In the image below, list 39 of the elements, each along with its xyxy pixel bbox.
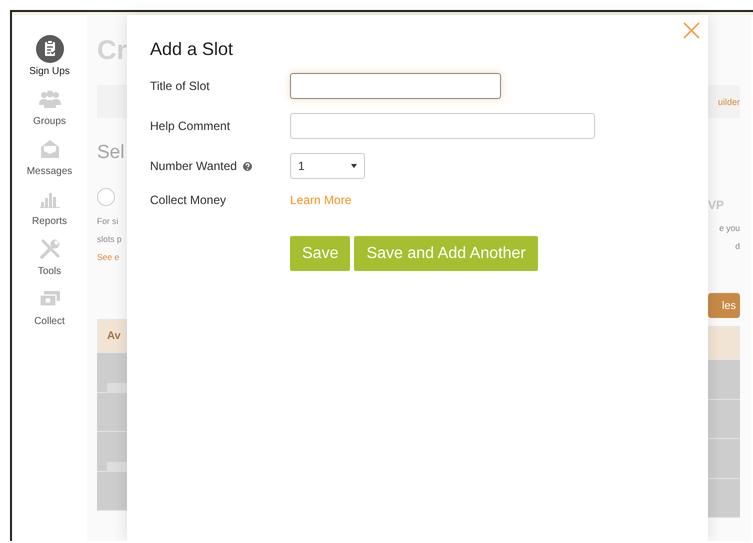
- option-description: e you: [719, 222, 740, 235]
- sidebar-label[interactable]: Messages: [26, 166, 72, 177]
- people-icon[interactable]: [38, 89, 62, 109]
- tools-icon[interactable]: [38, 238, 60, 260]
- field-label: Title of Slot: [150, 79, 211, 93]
- close-button[interactable]: [683, 22, 700, 39]
- sidebar-label[interactable]: Sign Ups: [29, 66, 70, 77]
- field-label: Collect Money: [150, 193, 228, 207]
- caret-icon[interactable]: [351, 164, 357, 168]
- cash-icon[interactable]: [38, 290, 60, 308]
- number-dropdown[interactable]: 1: [290, 153, 365, 179]
- table-header: [708, 326, 740, 360]
- table-row: [97, 432, 127, 472]
- clipboard-icon[interactable]: [36, 35, 64, 63]
- table-row: [708, 400, 740, 439]
- field-label: Number Wanted: [150, 159, 237, 173]
- section-title: Sel: [97, 141, 126, 165]
- sidebar-label[interactable]: Reports: [32, 216, 67, 227]
- table-row: [708, 478, 740, 518]
- sidebar-label[interactable]: Groups: [33, 116, 66, 127]
- table-row: [97, 392, 127, 432]
- sidebar-label[interactable]: Collect: [34, 316, 65, 327]
- text-field[interactable]: [290, 113, 595, 139]
- table-row: [97, 472, 127, 511]
- table-row: [708, 360, 740, 400]
- option-description: For si: [97, 215, 120, 228]
- dialog-title: Add a Slot: [150, 38, 234, 60]
- sidebar-label[interactable]: Tools: [38, 266, 62, 277]
- field-label: Help Comment: [150, 119, 232, 133]
- table-header: Av: [97, 319, 127, 353]
- radio-button[interactable]: [97, 188, 115, 206]
- option-description: d: [735, 240, 740, 253]
- text-field[interactable]: [290, 73, 501, 99]
- option-description: slots p: [97, 233, 123, 246]
- table-row: [97, 353, 127, 392]
- envelope-icon[interactable]: [40, 139, 60, 159]
- help-icon[interactable]: [242, 162, 252, 170]
- bar-chart-icon[interactable]: [40, 190, 60, 208]
- table-row: [708, 439, 740, 478]
